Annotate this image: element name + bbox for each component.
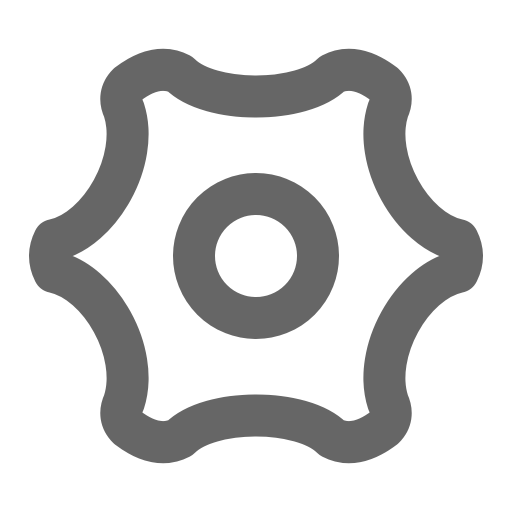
gear-outline <box>29 48 483 464</box>
gear-hub-ring <box>173 173 339 339</box>
settings-button[interactable] <box>0 0 512 512</box>
gear-icon <box>29 48 483 464</box>
